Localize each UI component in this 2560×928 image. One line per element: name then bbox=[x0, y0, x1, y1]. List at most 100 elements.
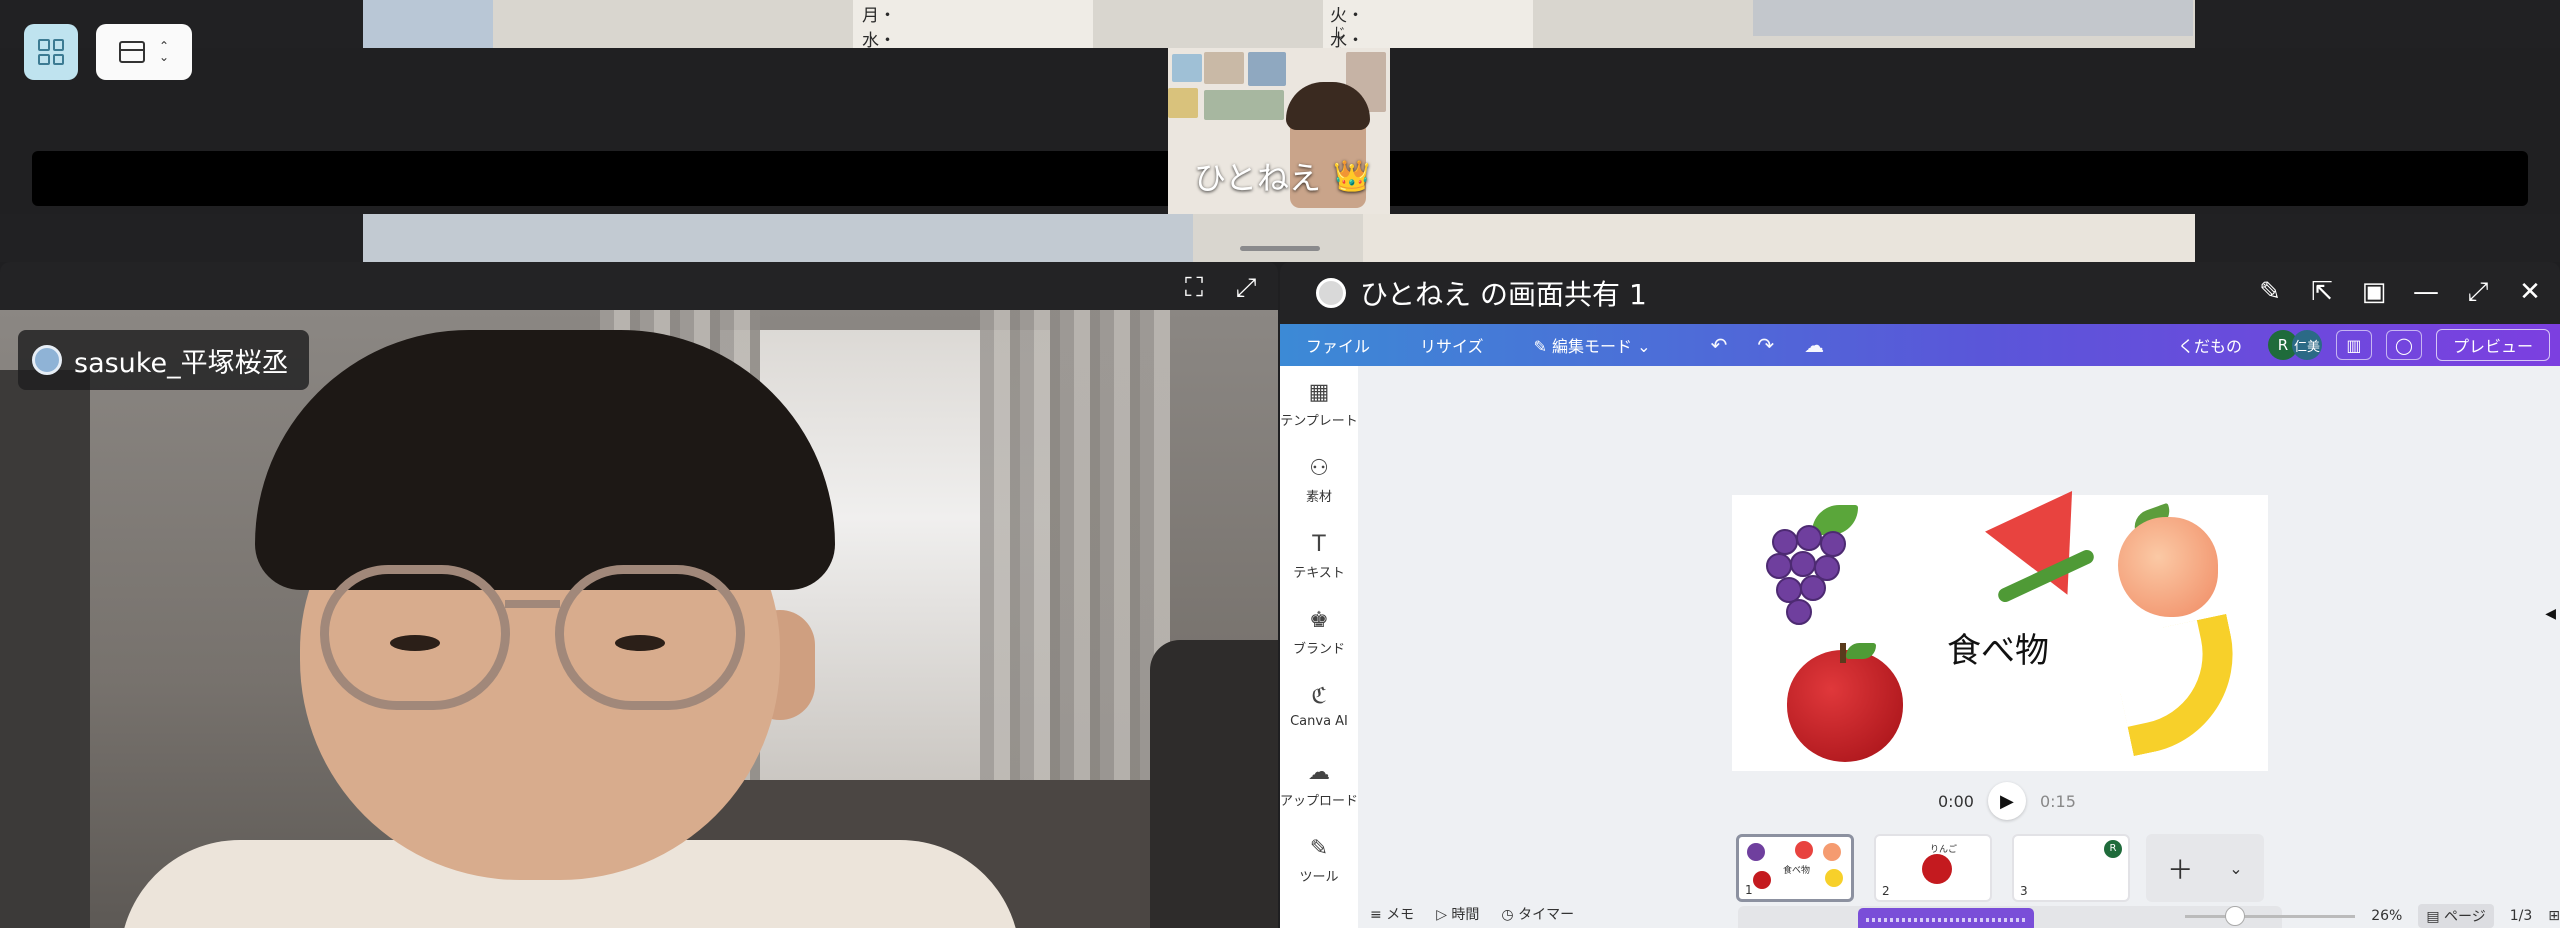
pencil-icon: ✎ bbox=[1533, 337, 1553, 356]
add-page-button[interactable]: ＋ ⌄ bbox=[2146, 834, 2264, 902]
banana-image bbox=[2108, 613, 2252, 757]
current-time: 0:00 bbox=[1938, 791, 1974, 811]
menu-edit-mode[interactable]: ✎ 編集モード ⌄ bbox=[1534, 333, 1651, 357]
participant-name-badge: sasuke_平塚桜丞 bbox=[18, 330, 309, 390]
chair bbox=[1150, 640, 1278, 928]
sharer-avatar bbox=[1316, 278, 1346, 308]
edit-icon[interactable]: ✎ bbox=[2250, 272, 2290, 312]
design-page[interactable]: 食べ物 bbox=[1732, 491, 2268, 771]
menu-file[interactable]: ファイル bbox=[1306, 333, 1370, 357]
minimize-icon[interactable]: — bbox=[2406, 272, 2446, 312]
time-button[interactable]: ▷ 時間 bbox=[1436, 904, 1479, 924]
page-thumbnail[interactable]: R 3 bbox=[2012, 834, 2130, 902]
edit-mode-label: 編集モード bbox=[1552, 337, 1633, 356]
sidebar-item-brand[interactable]: ♚ ブランド bbox=[1280, 608, 1358, 657]
gallery-view-button[interactable] bbox=[24, 24, 78, 80]
duration: 0:15 bbox=[2039, 791, 2076, 811]
elements-icon: ⚇ bbox=[1309, 456, 1329, 481]
apple-stem bbox=[1840, 643, 1846, 663]
speaker-thumbnail[interactable]: ひとねえ 👑 bbox=[1168, 48, 1390, 214]
peach-image bbox=[2118, 517, 2218, 617]
screen-share-tile: ひとねえ の画面共有 1 ✎ ⇱ ▣ — ⤢ ✕ ファイル リサイズ ✎ 編集モ… bbox=[1280, 262, 2560, 928]
zoom-slider[interactable] bbox=[2185, 905, 2356, 926]
sidebar-item-elements[interactable]: ⚇ 素材 bbox=[1280, 456, 1358, 505]
open-external-icon[interactable]: ⇱ bbox=[2302, 272, 2342, 312]
grid-view-icon[interactable]: ⊞ bbox=[2548, 908, 2560, 924]
footer-left: ≡ メモ ▷ 時間 ◷ タイマー bbox=[1370, 904, 1574, 924]
slide-title[interactable]: 食べ物 bbox=[1947, 623, 2049, 672]
resize-drag-handle[interactable] bbox=[1240, 246, 1320, 251]
template-icon: ▦ bbox=[1308, 380, 1330, 405]
collaborator-avatar[interactable]: 仁美 bbox=[2291, 330, 2322, 360]
speaker-name-text: ひとねえ bbox=[1194, 159, 1322, 197]
participant-avatar bbox=[32, 345, 62, 375]
page-number: 1 bbox=[1745, 883, 1753, 897]
expand-icon[interactable]: ⤢ bbox=[2458, 272, 2498, 312]
sidebar-item-tools[interactable]: ✎ ツール bbox=[1280, 836, 1358, 885]
tools-icon: ✎ bbox=[1309, 836, 1329, 861]
layout-selector-button[interactable]: ⌃ ⌄ bbox=[96, 24, 192, 80]
page-thumbnail[interactable]: 食べ物 1 bbox=[1736, 834, 1854, 902]
sidebar-item-template[interactable]: ▦ テンプレート bbox=[1280, 380, 1358, 429]
menu-resize[interactable]: リサイズ bbox=[1420, 333, 1484, 357]
time-icon: ▷ bbox=[1436, 907, 1452, 923]
screen-share-title: ひとねえ の画面共有 1 bbox=[1360, 278, 1647, 311]
crown-icon: 👑 bbox=[1333, 158, 1371, 194]
time-label: 時間 bbox=[1451, 907, 1480, 923]
timer-button[interactable]: ◷ タイマー bbox=[1501, 904, 1574, 924]
collaborator-badge: R bbox=[2104, 840, 2122, 858]
page-number: 2 bbox=[1882, 884, 1890, 898]
zoom-knob[interactable] bbox=[2225, 905, 2246, 926]
canva-toolbar: ファイル リサイズ ✎ 編集モード ⌄ ↶ ↷ ☁ くだもの R 仁美 ▥ ◯ … bbox=[1280, 324, 2560, 366]
chevron-down-icon: ⌄ bbox=[2229, 858, 2243, 878]
grapes-image bbox=[1762, 505, 1862, 629]
play-icon[interactable]: ▶ bbox=[1987, 782, 2026, 820]
focus-icon[interactable]: ⛶ bbox=[1174, 268, 1214, 308]
preview-button[interactable]: プレビュー bbox=[2435, 329, 2550, 361]
sidebar-label: ブランド bbox=[1292, 642, 1345, 657]
undo-icon[interactable]: ↶ bbox=[1711, 333, 1728, 357]
shelf bbox=[0, 370, 90, 928]
page-view-button[interactable]: ▤ ページ bbox=[2418, 904, 2494, 928]
cloud-saved-icon[interactable]: ☁ bbox=[1804, 333, 1824, 357]
canva-footer: ≡ メモ ▷ 時間 ◷ タイマー 26% ▤ ページ 1/3 ⊞ bbox=[1358, 904, 2560, 928]
zoom-level[interactable]: 26% bbox=[2371, 908, 2402, 924]
sidebar-item-upload[interactable]: ☁ アップロード bbox=[1280, 760, 1358, 809]
comment-icon[interactable]: ◯ bbox=[2385, 330, 2422, 360]
annotate-icon[interactable]: ▣ bbox=[2354, 272, 2394, 312]
page-number: 3 bbox=[2020, 884, 2028, 898]
page-view-label: ページ bbox=[2444, 909, 2486, 925]
notes-label: メモ bbox=[1386, 907, 1415, 923]
close-icon[interactable]: ✕ bbox=[2510, 272, 2550, 312]
toolbar-right: くだもの R 仁美 ▥ ◯ プレビュー bbox=[2178, 324, 2560, 366]
page-thumbnail[interactable]: りんご 2 bbox=[1874, 834, 1992, 902]
notes-button[interactable]: ≡ メモ bbox=[1370, 904, 1414, 924]
sidebar-item-canva-ai[interactable]: ℭ Canva AI bbox=[1280, 684, 1358, 729]
canva-editor: ファイル リサイズ ✎ 編集モード ⌄ ↶ ↷ ☁ くだもの R 仁美 ▥ ◯ … bbox=[1280, 324, 2560, 928]
canva-ai-icon: ℭ bbox=[1311, 684, 1327, 709]
glasses-lens bbox=[555, 565, 745, 710]
participant-video bbox=[0, 310, 1278, 928]
timer-icon: ◷ bbox=[1501, 907, 1519, 923]
screen-share-actions: ✎ ⇱ ▣ — ⤢ ✕ bbox=[2250, 272, 2550, 312]
page-caption: 食べ物 bbox=[1783, 866, 1811, 876]
notes-icon: ≡ bbox=[1370, 907, 1387, 923]
history-controls: ↶ ↷ ☁ bbox=[1711, 333, 1825, 357]
brand-icon: ♚ bbox=[1309, 608, 1329, 633]
sidebar-label: 素材 bbox=[1305, 490, 1332, 505]
page-caption: りんご bbox=[1930, 845, 1958, 855]
screen-share-header: ひとねえ の画面共有 1 ✎ ⇱ ▣ — ⤢ ✕ bbox=[1280, 262, 2560, 324]
sidebar-label: アップロード bbox=[1280, 794, 1359, 809]
design-name[interactable]: くだもの bbox=[2178, 333, 2242, 357]
collapse-panel-icon[interactable]: ◀ bbox=[2545, 606, 2556, 622]
glasses-lens bbox=[320, 565, 510, 710]
gallery-band: 月・水・木：ハイジ①②③④ 火・水・金：じゅりたろう①② じゅりたろう１ ⌃⌄ … bbox=[0, 0, 2560, 262]
canva-sidebar: ▦ テンプレート ⚇ 素材 T テキスト ♚ ブランド ℭ Canva AI ☁… bbox=[1280, 366, 1358, 928]
redo-icon[interactable]: ↷ bbox=[1757, 333, 1774, 357]
sidebar-label: ツール bbox=[1299, 870, 1339, 885]
analytics-icon[interactable]: ▥ bbox=[2335, 330, 2372, 360]
expand-icon[interactable]: ⤢ bbox=[1226, 268, 1266, 308]
page-view-icon: ▤ bbox=[2426, 909, 2444, 925]
sidebar-item-text[interactable]: T テキスト bbox=[1280, 532, 1358, 581]
meeting-window: 月・水・木：ハイジ①②③④ 火・水・金：じゅりたろう①② じゅりたろう１ ⌃⌄ … bbox=[0, 0, 2560, 928]
